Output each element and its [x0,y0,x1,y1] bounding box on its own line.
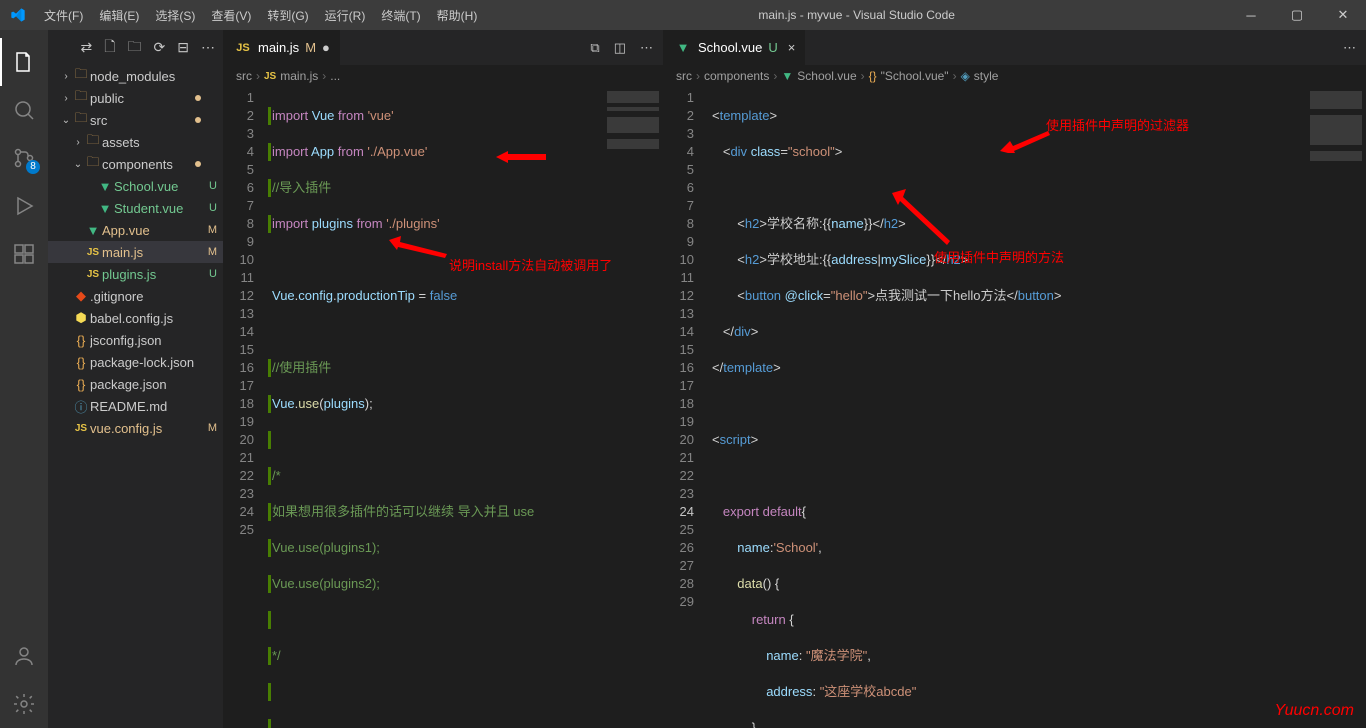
tabs-left: JS main.js M ● ⧉ ◫ ⋯ [224,30,663,65]
account-icon[interactable] [0,632,48,680]
close-tab-icon[interactable]: × [788,40,796,55]
tree-item[interactable]: ◆.gitignore [48,285,223,307]
activity-bar: 8 [0,30,48,728]
tree-item[interactable]: JSvue.config.jsM [48,417,223,439]
tree-item[interactable]: ›🗀public [48,87,223,109]
tree-item[interactable]: JSplugins.jsU [48,263,223,285]
toggle-icon[interactable]: ⇄ [81,39,93,56]
crumb[interactable]: main.js [280,69,318,83]
breadcrumb-right[interactable]: src› components› ▼School.vue› {}"School.… [664,65,1366,87]
tree-item[interactable]: {}package-lock.json [48,351,223,373]
split-icon[interactable]: ◫ [614,40,626,56]
close-button[interactable]: ✕ [1320,0,1366,30]
maximize-button[interactable]: ▢ [1274,0,1320,30]
tree-item[interactable]: ⌄🗀components [48,153,223,175]
modified-dot-icon: ● [322,40,330,55]
tree-item[interactable]: JSmain.jsM [48,241,223,263]
tab-main-js[interactable]: JS main.js M ● [224,30,340,65]
search-icon[interactable] [0,86,48,134]
menu-help[interactable]: 帮助(H) [429,0,486,30]
tree-item[interactable]: ▼School.vueU [48,175,223,197]
tree-item[interactable]: {}jsconfig.json [48,329,223,351]
tree-item[interactable]: ▼Student.vueU [48,197,223,219]
tabs-right: ▼ School.vue U × ⋯ [664,30,1366,65]
menu-run[interactable]: 运行(R) [317,0,374,30]
menu-selection[interactable]: 选择(S) [147,0,203,30]
editor-pane-right: ▼ School.vue U × ⋯ src› components› ▼Sch… [663,30,1366,728]
explorer-sidebar: ⇄ 🗋 🗀 ⟳ ⊟ ⋯ ›🗀node_modules›🗀public⌄🗀src›… [48,30,223,728]
crumb[interactable]: components [704,69,769,83]
tab-status: M [305,40,316,55]
refresh-icon[interactable]: ⟳ [154,39,166,56]
file-tree: ›🗀node_modules›🗀public⌄🗀src›🗀assets⌄🗀com… [48,65,223,439]
tree-item[interactable]: ▼App.vueM [48,219,223,241]
run-debug-icon[interactable] [0,182,48,230]
menu-go[interactable]: 转到(G) [259,0,316,30]
menu-edit[interactable]: 编辑(E) [91,0,147,30]
code-editor-left[interactable]: 1234567891011121314151617181920212223242… [224,87,663,728]
window-title: main.js - myvue - Visual Studio Code [485,8,1228,22]
more-actions-icon[interactable]: ⋯ [1343,40,1356,56]
watermark: Yuucn.com [1275,702,1354,720]
crumb[interactable]: ... [330,69,340,83]
vue-icon: ▼ [674,40,692,55]
crumb[interactable]: style [974,69,999,83]
breadcrumb-left[interactable]: src› JS main.js› ... [224,65,663,87]
new-folder-icon[interactable]: 🗀 [128,36,142,60]
tree-item[interactable]: ›🗀node_modules [48,65,223,87]
menu-terminal[interactable]: 终端(T) [373,0,428,30]
explorer-actions: ⇄ 🗋 🗀 ⟳ ⊟ ⋯ [48,30,223,65]
editor-pane-left: JS main.js M ● ⧉ ◫ ⋯ src› JS main.js› ..… [223,30,663,728]
minimap[interactable] [603,87,663,728]
code-editor-right[interactable]: 1234567891011121314151617181920212223242… [664,87,1366,728]
tab-label: School.vue [698,40,762,55]
crumb[interactable]: src [236,69,252,83]
window-controls: ─ ▢ ✕ [1228,0,1366,30]
tree-item[interactable]: ⌄🗀src [48,109,223,131]
tree-item[interactable]: {}package.json [48,373,223,395]
tree-item[interactable]: ›🗀assets [48,131,223,153]
more-actions-icon[interactable]: ⋯ [640,40,653,56]
scm-badge: 8 [26,160,40,174]
menu-view[interactable]: 查看(V) [203,0,259,30]
menu-file[interactable]: 文件(F) [36,0,91,30]
crumb[interactable]: "School.vue" [881,69,949,83]
settings-gear-icon[interactable] [0,680,48,728]
crumb[interactable]: src [676,69,692,83]
tree-item[interactable]: ⬢babel.config.js [48,307,223,329]
tree-item[interactable]: ⓘREADME.md [48,395,223,417]
editor-area: JS main.js M ● ⧉ ◫ ⋯ src› JS main.js› ..… [223,30,1366,728]
new-file-icon[interactable]: 🗋 [104,36,115,60]
titlebar: 文件(F) 编辑(E) 选择(S) 查看(V) 转到(G) 运行(R) 终端(T… [0,0,1366,30]
explorer-icon[interactable] [0,38,48,86]
source-control-icon[interactable]: 8 [0,134,48,182]
minimize-button[interactable]: ─ [1228,0,1274,30]
crumb[interactable]: School.vue [797,69,856,83]
vscode-logo-icon [0,7,36,23]
tab-school-vue[interactable]: ▼ School.vue U × [664,30,805,65]
collapse-icon[interactable]: ⊟ [177,39,189,56]
tab-label: main.js [258,40,299,55]
minimap[interactable] [1306,87,1366,728]
compare-icon[interactable]: ⧉ [590,40,599,56]
tab-status: U [768,40,777,55]
js-icon: JS [234,42,252,54]
more-icon[interactable]: ⋯ [201,39,215,56]
main-menu: 文件(F) 编辑(E) 选择(S) 查看(V) 转到(G) 运行(R) 终端(T… [36,0,485,30]
extensions-icon[interactable] [0,230,48,278]
